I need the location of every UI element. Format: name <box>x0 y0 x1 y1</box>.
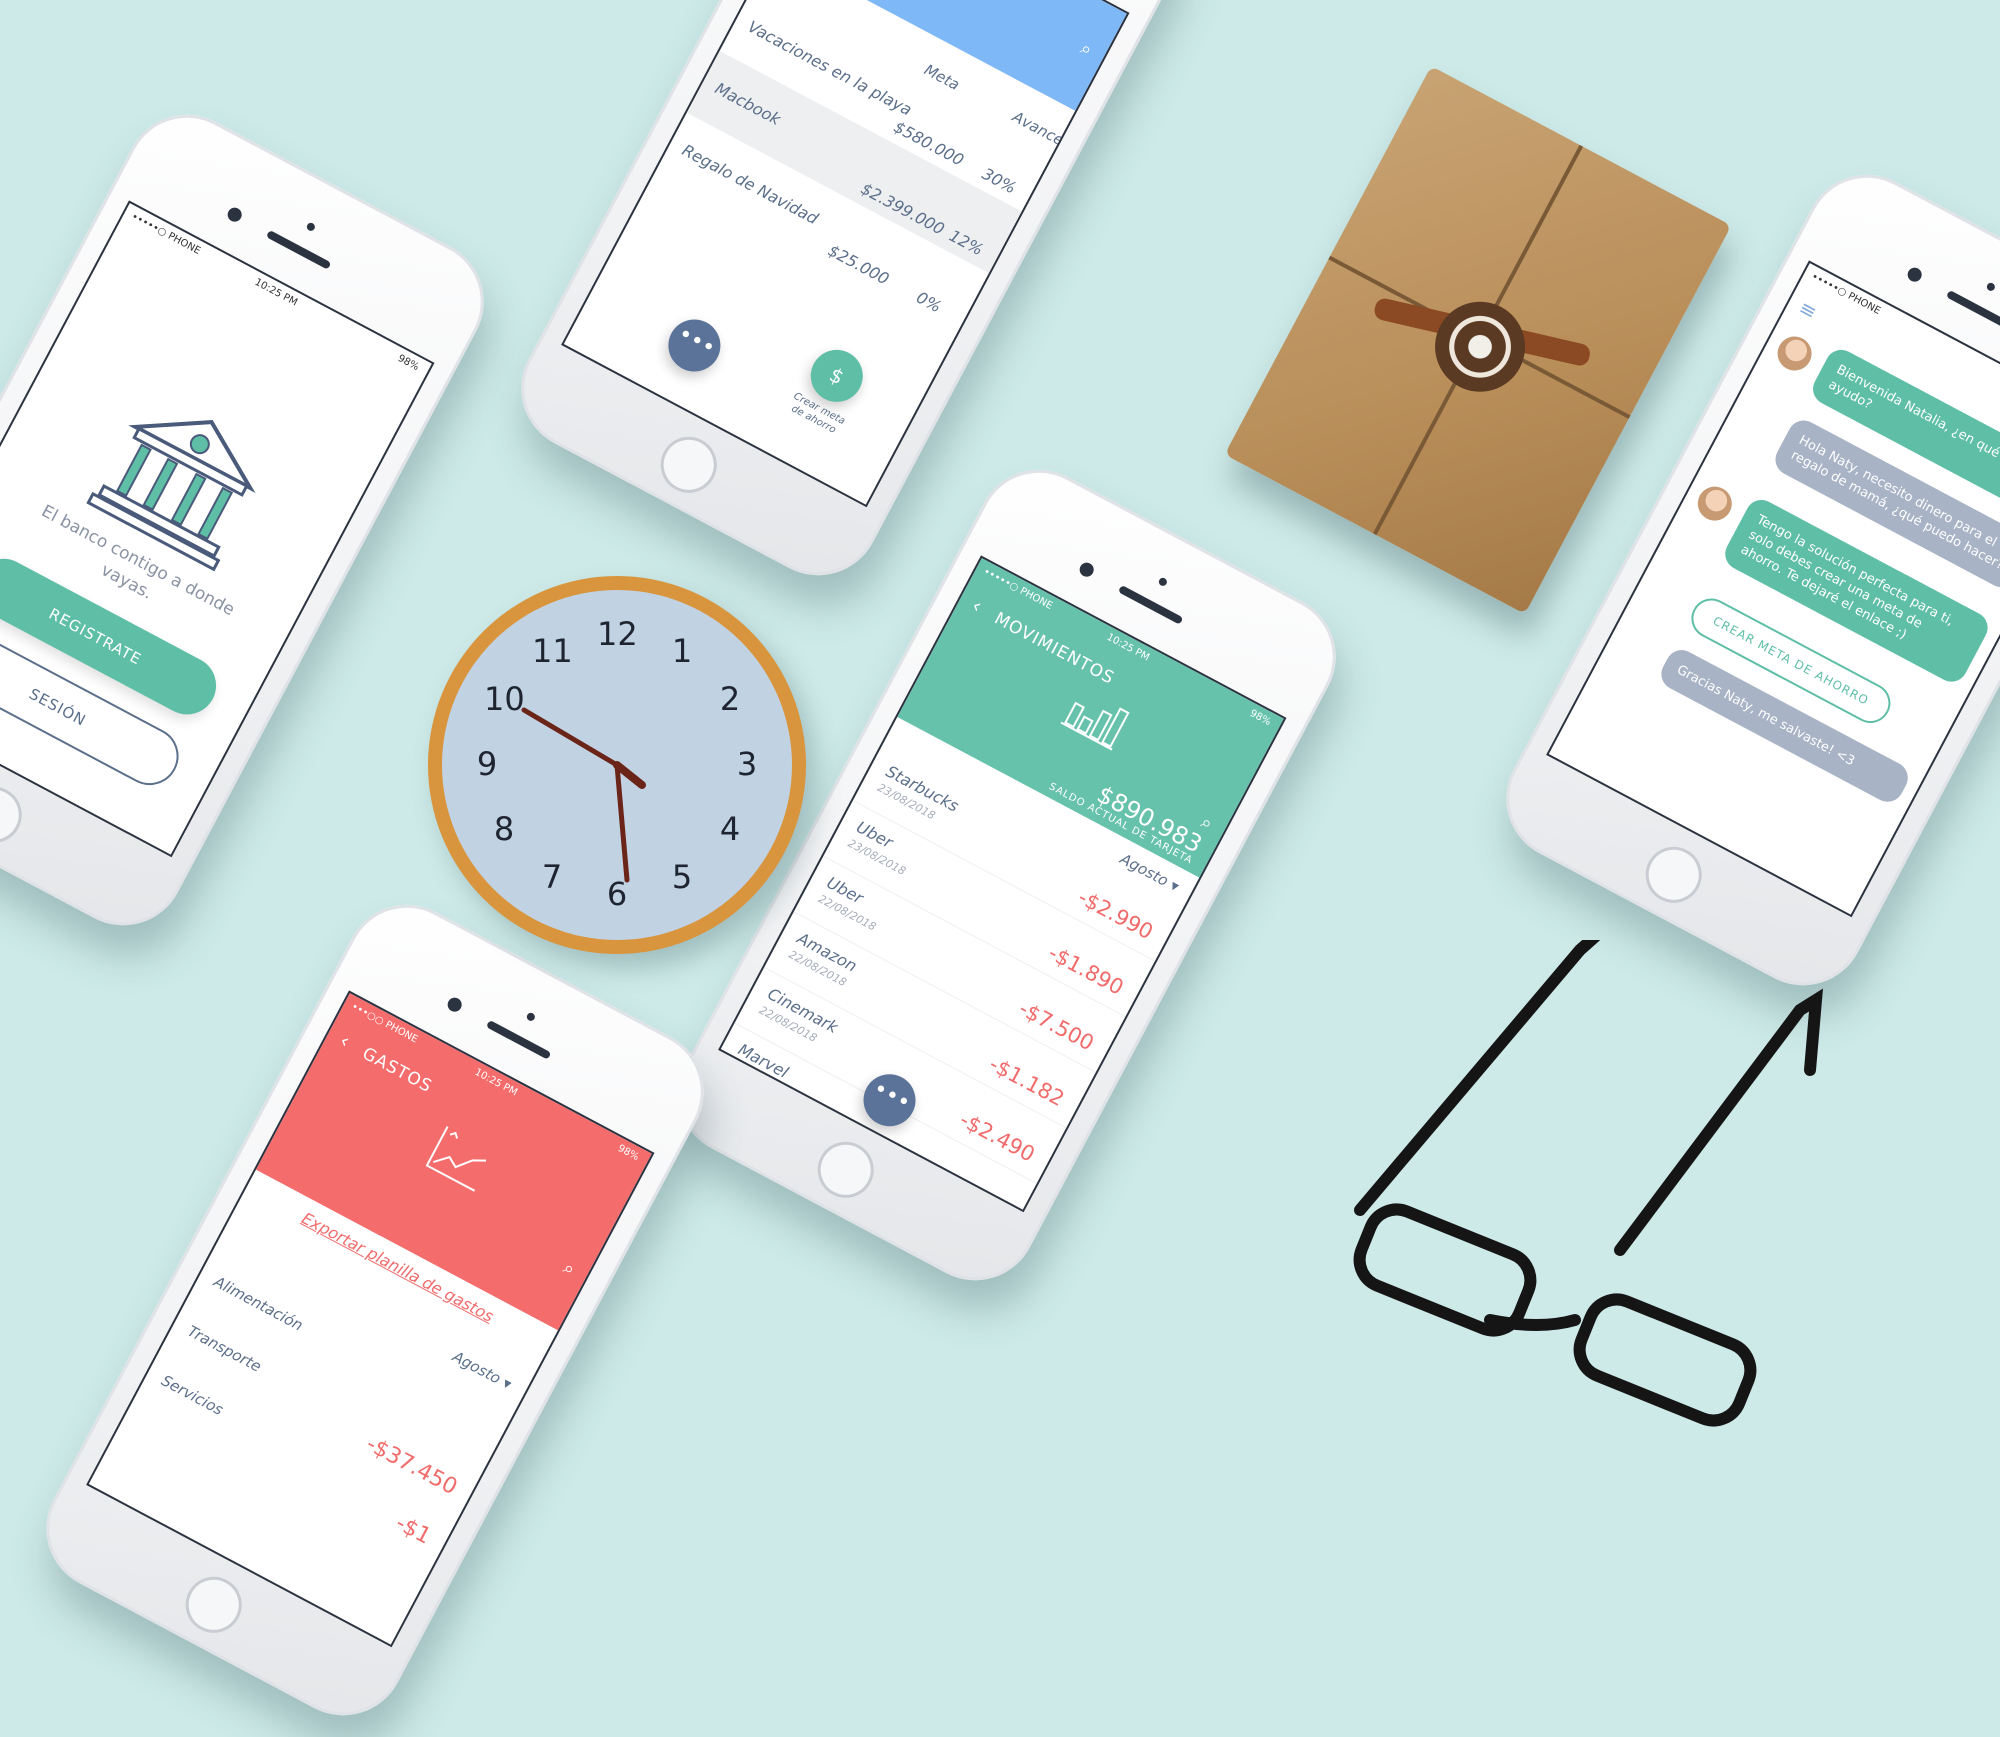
back-icon[interactable]: ‹ <box>968 593 986 618</box>
battery-label: 98% <box>395 352 421 374</box>
bank-screen: •••••○ PHONE 10:25 PM 98% El banco conti… <box>0 200 435 858</box>
more-button[interactable]: ••• <box>659 310 730 381</box>
sensor <box>1985 281 1997 293</box>
battery-label: 98% <box>1247 707 1273 729</box>
amount: -$1 <box>391 1510 435 1550</box>
home-button[interactable] <box>1635 836 1712 913</box>
movements-screen: •••••○ PHONE 10:25 PM 98% ‹ MOVIMIENTOS … <box>718 555 1287 1213</box>
carrier-label: •••••○ PHONE <box>1809 271 1883 317</box>
battery-label: 98% <box>615 1142 641 1164</box>
sensor <box>1157 576 1169 588</box>
goals-screen: ⌕ Meta Avance Vacaciones en la playa $58… <box>561 0 1130 508</box>
speaker <box>265 229 332 270</box>
expenses-screen: •••○○ PHONE 10:25 PM 98% ‹ GASTOS ⌕ Expo… <box>86 990 655 1648</box>
sensor <box>525 1011 537 1023</box>
status-bar: •••○○ PHONE 10:25 PM 98% <box>340 993 652 1173</box>
coin-icon <box>930 0 980 2</box>
speaker <box>1945 289 2000 330</box>
expenses-header: •••○○ PHONE 10:25 PM 98% ‹ GASTOS ⌕ <box>255 993 652 1331</box>
sensor <box>305 221 317 233</box>
back-icon[interactable]: ‹ <box>336 1028 354 1053</box>
search-icon[interactable]: ⌕ <box>1077 38 1096 61</box>
camera <box>1905 265 1925 285</box>
month-select[interactable]: Agosto ▾ <box>450 1347 515 1393</box>
goal-name: Macbook <box>711 78 784 129</box>
search-icon[interactable]: ⌕ <box>560 1257 579 1280</box>
clock-hands <box>521 707 646 883</box>
home-button[interactable] <box>807 1131 884 1208</box>
bank-phone: •••••○ PHONE 10:25 PM 98% El banco conti… <box>0 92 506 948</box>
goal-avance: 0% <box>913 287 945 317</box>
amount: -$12.000 <box>914 1156 1010 1213</box>
clock-face: 12 1 2 3 4 5 6 7 8 9 10 11 <box>442 590 792 940</box>
assistant-avatar <box>1771 330 1818 377</box>
wall-clock: 12 1 2 3 4 5 6 7 8 9 10 11 <box>428 576 806 954</box>
category: Alimentación <box>210 1272 307 1335</box>
line-chart-icon <box>425 1126 487 1192</box>
home-button[interactable] <box>650 426 727 503</box>
camera <box>225 205 245 225</box>
pine-cone <box>1419 285 1541 408</box>
speaker <box>485 1019 552 1060</box>
camera <box>1077 560 1097 580</box>
bar-chart-icon <box>1060 701 1130 751</box>
expenses-phone: •••○○ PHONE 10:25 PM 98% ‹ GASTOS ⌕ Expo… <box>24 882 726 1737</box>
status-bar: •••••○ PHONE 10:25 PM 98% <box>120 203 432 383</box>
eyeglasses <box>1353 940 1824 1427</box>
speaker <box>1117 584 1184 625</box>
camera <box>445 995 465 1015</box>
menu-icon[interactable]: ≡ <box>1795 295 1821 324</box>
home-button[interactable] <box>0 776 32 853</box>
goal-meta: $25.000 <box>824 240 893 289</box>
assistant-avatar <box>1691 480 1738 527</box>
home-button[interactable] <box>175 1566 252 1643</box>
